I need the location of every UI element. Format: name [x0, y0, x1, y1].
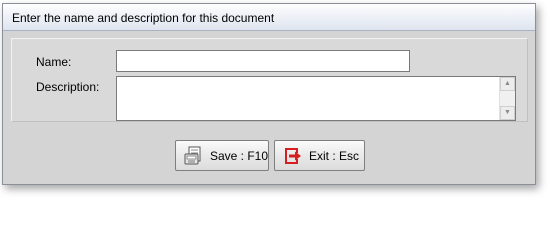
form-panel: Name: Description: ▲ ▼: [11, 38, 528, 122]
name-label: Name:: [36, 55, 72, 69]
save-button-label: Save : F10: [210, 148, 269, 163]
save-document-icon: [182, 145, 204, 167]
description-scrollbar[interactable]: ▲ ▼: [499, 77, 515, 120]
name-input[interactable]: [116, 50, 410, 72]
scroll-down-arrow-icon[interactable]: ▼: [500, 106, 515, 120]
exit-button[interactable]: Exit : Esc: [274, 140, 365, 171]
description-textarea[interactable]: [117, 77, 500, 120]
description-label: Description:: [36, 80, 100, 94]
dialog-title: Enter the name and description for this …: [12, 11, 275, 25]
save-button[interactable]: Save : F10: [175, 140, 269, 171]
description-field[interactable]: ▲ ▼: [116, 76, 516, 121]
dialog-title-bar: Enter the name and description for this …: [3, 4, 535, 31]
exit-button-label: Exit : Esc: [309, 148, 360, 163]
exit-icon: [281, 145, 303, 167]
document-details-dialog: Enter the name and description for this …: [2, 3, 536, 185]
scroll-up-arrow-icon[interactable]: ▲: [500, 77, 515, 91]
